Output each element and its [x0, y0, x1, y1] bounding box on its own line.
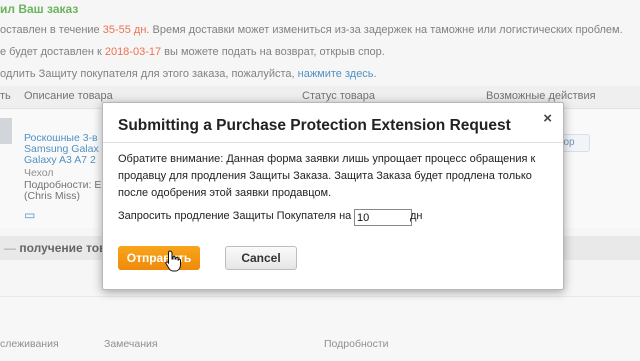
hand-cursor-icon [165, 250, 181, 272]
extension-days-label: Запросить продление Защиты Покупателя на [118, 210, 352, 222]
extension-days-unit: дн [410, 210, 423, 222]
close-icon[interactable]: × [543, 110, 552, 127]
dialog-divider [103, 142, 563, 143]
dialog-notice: Обратите внимание: Данная форма заявки л… [118, 153, 536, 199]
send-button[interactable]: Отправить [118, 246, 200, 270]
dialog-title: Submitting a Purchase Protection Extensi… [118, 117, 511, 134]
cancel-button[interactable]: Cancel [225, 246, 297, 270]
extension-days-input[interactable] [354, 209, 412, 226]
